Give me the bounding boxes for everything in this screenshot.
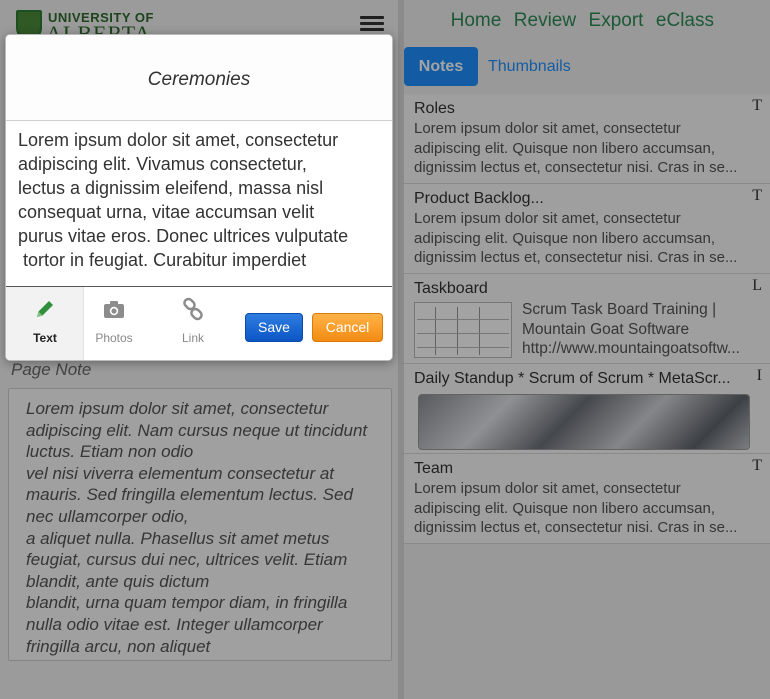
kind-tab-photos[interactable]: Photos xyxy=(75,287,153,360)
kind-tab-text[interactable]: Text xyxy=(6,287,84,360)
editor-line: lectus a dignissim eleifend, massa nisl xyxy=(18,178,324,198)
cancel-button[interactable]: Cancel xyxy=(312,313,383,342)
dialog-title[interactable]: Ceremonies xyxy=(6,69,392,91)
editor-line: consequat urna, vitae accumsan velit xyxy=(18,202,315,222)
note-kind-tabs: Text Photos Link xyxy=(6,287,222,360)
kind-tab-label: Link xyxy=(181,331,204,345)
dialog-footer: Text Photos Link Save Cancel xyxy=(6,286,392,360)
pencil-icon xyxy=(37,301,53,317)
note-text-editor[interactable]: Lorem ipsum dolor sit amet, consectetur … xyxy=(6,123,392,285)
dialog-header: Ceremonies xyxy=(6,35,392,121)
kind-tab-label: Text xyxy=(33,331,57,345)
editor-line: purus vitae eros. Donec ultrices vulputa… xyxy=(18,226,349,246)
editor-line: adipiscing elit. Vivamus consectetur, xyxy=(18,154,307,174)
kind-tab-link[interactable]: Link xyxy=(154,287,232,360)
editor-line: Lorem ipsum dolor sit amet, consectetur xyxy=(18,130,339,150)
edit-note-dialog: Ceremonies Lorem ipsum dolor sit amet, c… xyxy=(5,34,393,361)
editor-line: tortor in feugiat. Curabitur imperdiet xyxy=(18,250,307,270)
save-button[interactable]: Save xyxy=(245,313,303,342)
camera-icon xyxy=(104,301,124,318)
kind-tab-label: Photos xyxy=(95,331,133,345)
chain-link-icon xyxy=(183,297,203,321)
